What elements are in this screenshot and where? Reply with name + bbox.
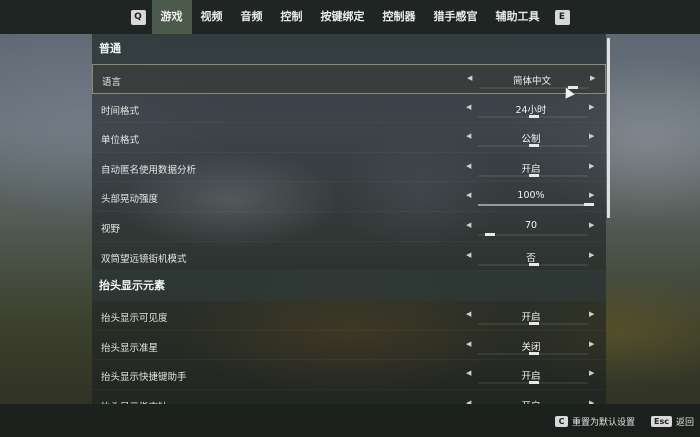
reset-label: 重置为默认设置	[572, 418, 636, 428]
arrow-right-icon[interactable]: ▶	[589, 310, 594, 318]
setting-value: 70	[524, 219, 538, 231]
setting-value: 否	[526, 252, 536, 264]
setting-label: 头部晃动强度	[101, 194, 159, 206]
arrow-right-icon[interactable]: ▶	[589, 132, 594, 140]
setting-value: 开启	[521, 163, 541, 175]
tab-2[interactable]: 音频	[232, 0, 272, 34]
setting-row[interactable]: 抬头显示快捷键助手 ◀ 开启 ▶	[92, 360, 606, 390]
setting-value: 关闭	[521, 341, 541, 353]
setting-value: 公制	[521, 134, 541, 146]
setting-value: 24小时	[515, 104, 547, 116]
arrow-left-icon[interactable]: ◀	[466, 162, 471, 170]
reset-defaults-button[interactable]: C 重置为默认设置	[555, 415, 635, 428]
value-slider-track[interactable]	[478, 144, 588, 148]
tab-5[interactable]: 控制器	[374, 0, 425, 34]
tab-4[interactable]: 按键绑定	[312, 0, 374, 34]
setting-row[interactable]: 视野 ◀ 70 ▶	[92, 212, 606, 242]
settings-panel: 普通 语言 ◀ 简体中文 ▶ 时间格式 ◀ 24小时 ▶ 单位格式 ◀ 公制 ▶ 自动匿名使用数据分析 ◀ 开…	[92, 34, 606, 404]
arrow-right-icon[interactable]: ▶	[589, 103, 594, 111]
value-slider-track[interactable]	[478, 262, 588, 266]
tab-list: 游戏 视频 音频 控制 按键绑定 控制器 猎手感官 辅助工具	[151, 0, 549, 34]
top-tab-bar: Q 游戏 视频 音频 控制 按键绑定 控制器 猎手感官 辅助工具 E	[0, 0, 700, 34]
arrow-left-icon[interactable]: ◀	[466, 191, 471, 199]
setting-row[interactable]: 抬头显示指南针◀开启▶	[92, 390, 606, 404]
arrow-left-icon[interactable]: ◀	[466, 221, 471, 229]
setting-row[interactable]: 语言 ◀ 简体中文 ▶	[92, 64, 606, 94]
value-slider-track[interactable]	[478, 173, 588, 177]
setting-label: 自动匿名使用数据分析	[101, 164, 197, 176]
setting-row[interactable]: 头部晃动强度 ◀ 100% ▶	[92, 182, 606, 212]
arrow-right-icon[interactable]: ▶	[589, 221, 594, 229]
tab-3[interactable]: 控制	[272, 0, 312, 34]
setting-label: 抬头显示准星	[101, 342, 159, 354]
setting-value: 开启	[521, 371, 541, 383]
setting-label: 抬头显示快捷键助手	[101, 372, 187, 384]
bottom-hint-bar: C 重置为默认设置 Esc 返回	[0, 404, 700, 437]
setting-row[interactable]: 单位格式 ◀ 公制 ▶	[92, 123, 606, 153]
section-header: 普通	[92, 34, 606, 64]
setting-label: 单位格式	[101, 135, 140, 147]
value-slider-thumb[interactable]	[528, 262, 539, 266]
value-slider-track[interactable]	[478, 232, 588, 236]
value-slider-thumb[interactable]	[528, 144, 539, 148]
value-slider-thumb[interactable]	[528, 173, 539, 177]
esc-key-icon: Esc	[651, 416, 672, 427]
value-slider-track[interactable]	[479, 86, 589, 89]
value-slider-thumb[interactable]	[528, 114, 539, 118]
value-slider-track[interactable]	[478, 351, 588, 355]
value-slider-track[interactable]	[478, 114, 588, 118]
arrow-right-icon[interactable]: ▶	[589, 369, 594, 377]
arrow-left-icon[interactable]: ◀	[466, 340, 471, 348]
setting-value: 100%	[517, 190, 545, 202]
arrow-left-icon[interactable]: ◀	[467, 74, 472, 82]
setting-label: 双筒望远镜街机模式	[101, 253, 187, 265]
value-slider-track[interactable]	[478, 203, 594, 207]
arrow-right-icon[interactable]: ▶	[590, 74, 595, 82]
back-button[interactable]: Esc 返回	[651, 415, 694, 428]
setting-row[interactable]: 时间格式 ◀ 24小时 ▶	[92, 94, 606, 124]
setting-row[interactable]: 自动匿名使用数据分析 ◀ 开启 ▶	[92, 153, 606, 183]
arrow-right-icon[interactable]: ▶	[589, 191, 594, 199]
setting-row[interactable]: 双筒望远镜街机模式 ◀ 否 ▶	[92, 242, 606, 272]
arrow-left-icon[interactable]: ◀	[466, 310, 471, 318]
setting-row[interactable]: 抬头显示准星 ◀ 关闭 ▶	[92, 331, 606, 361]
tab-0[interactable]: 游戏	[151, 0, 192, 34]
arrow-right-icon[interactable]: ▶	[589, 162, 594, 170]
scrollbar[interactable]	[607, 38, 610, 218]
setting-label: 时间格式	[101, 105, 140, 117]
setting-label: 抬头显示可见度	[101, 313, 168, 325]
tab-1[interactable]: 视频	[192, 0, 232, 34]
tab-6[interactable]: 猎手感官	[425, 0, 487, 34]
next-tab-key[interactable]: E	[554, 9, 570, 25]
value-slider-track[interactable]	[478, 322, 588, 326]
arrow-left-icon[interactable]: ◀	[466, 251, 471, 259]
back-label: 返回	[675, 418, 694, 428]
setting-label: 视野	[101, 223, 121, 235]
prev-tab-key[interactable]: Q	[130, 9, 146, 25]
arrow-left-icon[interactable]: ◀	[466, 132, 471, 140]
value-slider-track[interactable]	[478, 381, 588, 385]
arrow-left-icon[interactable]: ◀	[466, 103, 471, 111]
value-slider-thumb[interactable]	[583, 203, 594, 207]
section-header: 抬头显示元素	[92, 271, 606, 302]
reset-key-icon: C	[555, 416, 568, 427]
value-slider-thumb[interactable]	[484, 232, 495, 236]
value-slider-thumb[interactable]	[528, 351, 539, 355]
value-slider-thumb[interactable]	[528, 322, 539, 326]
arrow-right-icon[interactable]: ▶	[589, 340, 594, 348]
arrow-left-icon[interactable]: ◀	[466, 369, 471, 377]
setting-value: 开启	[521, 312, 541, 324]
arrow-right-icon[interactable]: ▶	[589, 251, 594, 259]
setting-row[interactable]: 抬头显示可见度 ◀ 开启 ▶	[92, 301, 606, 331]
setting-label: 语言	[102, 77, 122, 88]
value-slider-thumb[interactable]	[528, 381, 539, 385]
tab-7[interactable]: 辅助工具	[487, 0, 549, 34]
